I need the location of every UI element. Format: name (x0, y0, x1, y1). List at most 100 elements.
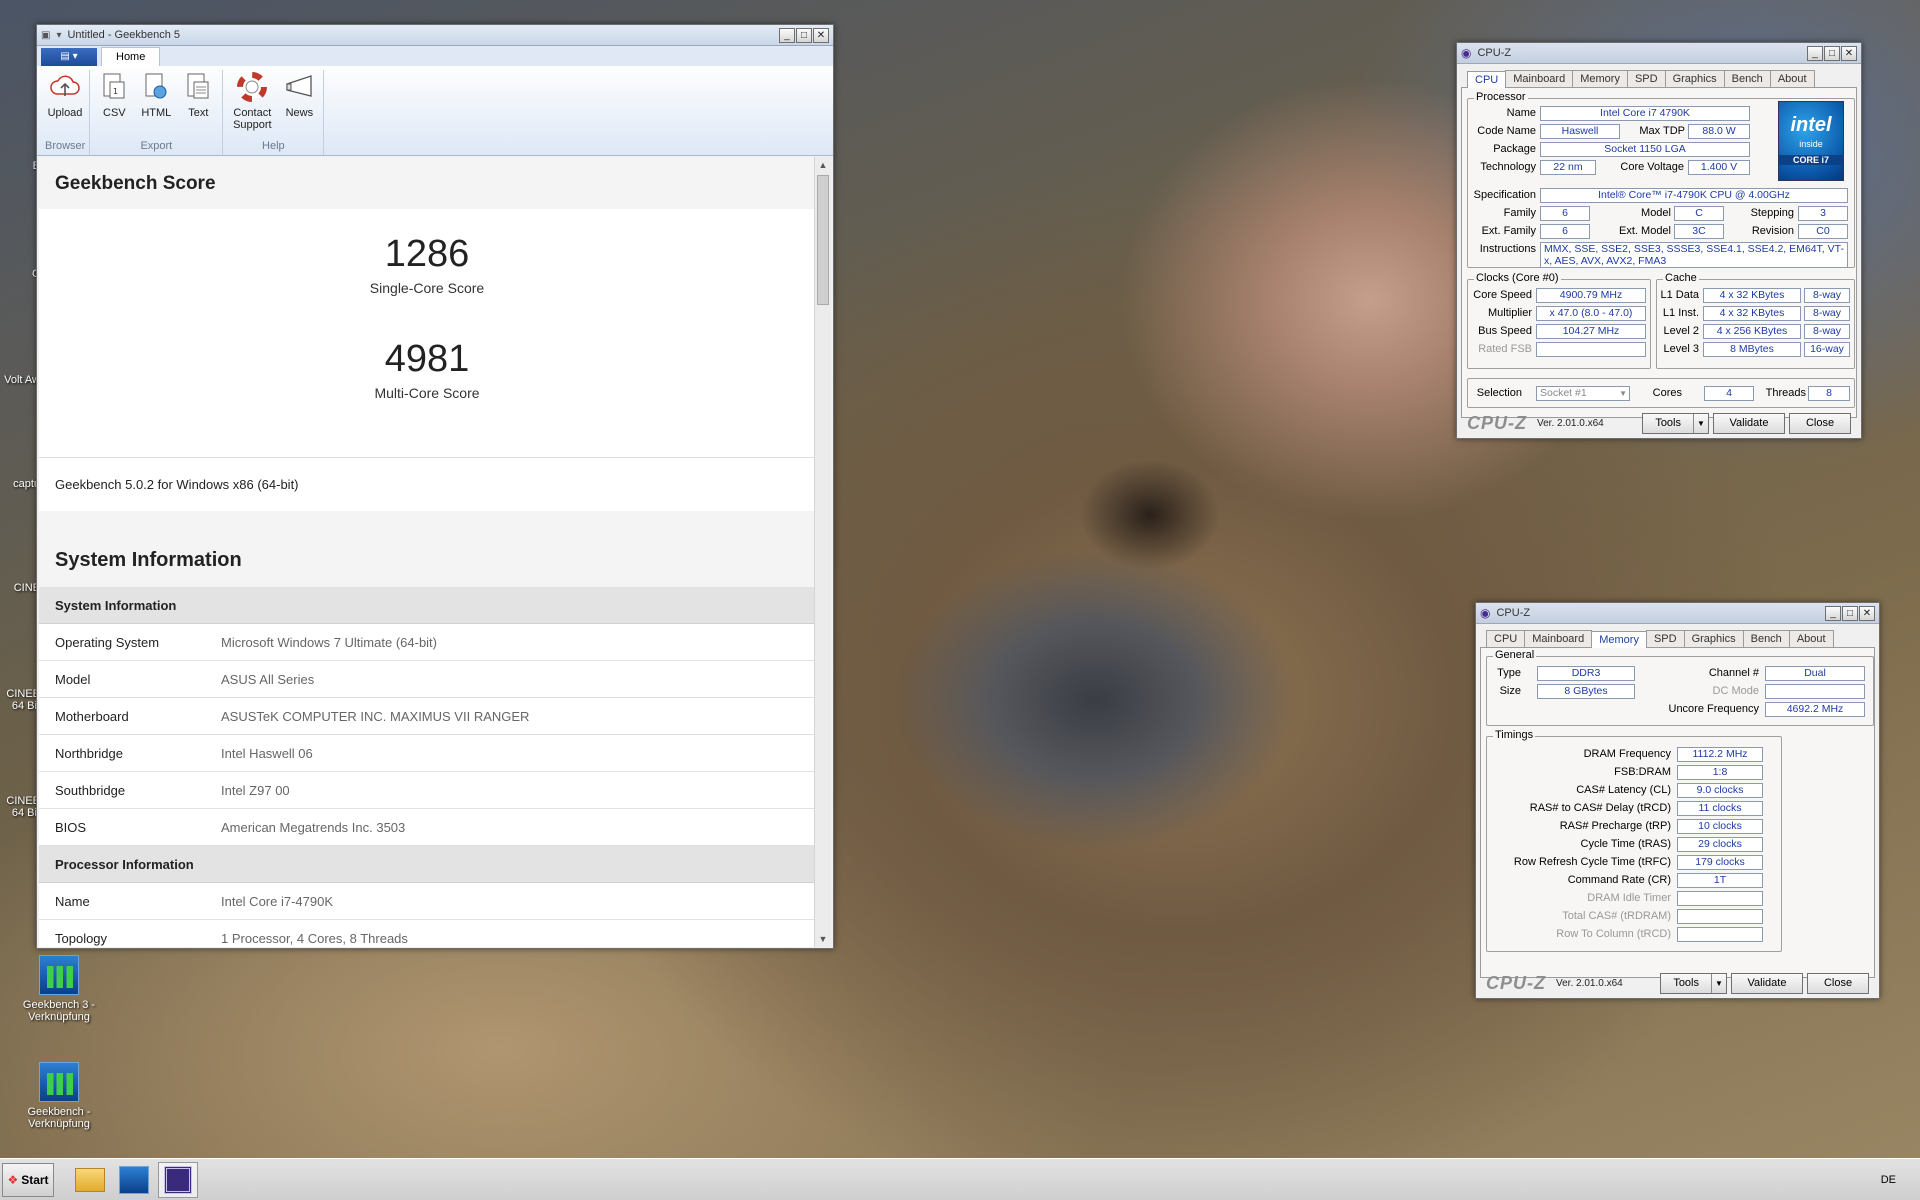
start-button[interactable]: ❖ Start (2, 1162, 54, 1197)
app-icon[interactable]: ▣ (41, 30, 50, 41)
cpuz-titlebar[interactable]: ◉ CPU-Z _ □ ✕ (1476, 603, 1879, 624)
tab-bench[interactable]: Bench (1723, 70, 1771, 87)
max-tdp-field: 88.0 W (1688, 124, 1750, 139)
lifebuoy-icon (235, 70, 269, 104)
maximize-button[interactable]: □ (796, 27, 812, 43)
chevron-down-icon[interactable]: ▼ (1711, 973, 1726, 993)
scroll-down-icon[interactable]: ▼ (815, 931, 831, 947)
cpuz-version: Ver. 2.01.0.x64 (1556, 977, 1623, 989)
tab-spd[interactable]: SPD (1645, 630, 1685, 647)
system-info-subheader: System Information (39, 587, 815, 624)
label: Size (1499, 685, 1521, 697)
start-label: Start (21, 1172, 49, 1187)
revision-field: C0 (1798, 224, 1848, 239)
minimize-button[interactable]: _ (779, 27, 795, 43)
label: Specification (1473, 189, 1536, 201)
chevron-down-icon[interactable]: ▼ (1693, 413, 1708, 433)
cpuz-version: Ver. 2.01.0.x64 (1537, 417, 1604, 429)
label: Name (1506, 107, 1536, 119)
contact-support-button[interactable]: Contact Support (227, 70, 277, 138)
tab-about[interactable]: About (1769, 70, 1815, 87)
multi-core-score: 4981 (384, 338, 470, 380)
ribbon-group-export: 1 CSV HTML Text Export (90, 70, 224, 155)
model-field: C (1674, 206, 1724, 221)
system-info-title: System Information (39, 537, 815, 587)
timing-label: CAS# Latency (CL) (1576, 784, 1671, 796)
tab-graphics[interactable]: Graphics (1664, 70, 1725, 87)
info-value: Intel Core i7-4790K (221, 893, 334, 909)
timing-label: RAS# Precharge (tRP) (1559, 820, 1671, 832)
html-label: HTML (141, 107, 172, 119)
info-row: Topology 1 Processor, 4 Cores, 8 Threads (39, 920, 815, 947)
tools-label: Tools (1655, 416, 1681, 429)
export-text-button[interactable]: Text (178, 70, 218, 138)
level2-field: 4 x 256 KBytes (1703, 324, 1801, 339)
validate-button[interactable]: Validate (1713, 412, 1785, 434)
scroll-up-icon[interactable]: ▲ (815, 157, 831, 173)
taskbar-cpuz[interactable] (158, 1161, 198, 1198)
uncore-frequency-field: 4692.2 MHz (1765, 702, 1865, 717)
tools-label: Tools (1673, 976, 1699, 989)
application-menu-button[interactable]: ▤ ▾ (41, 48, 97, 66)
export-csv-button[interactable]: 1 CSV (94, 70, 134, 138)
clocks-group: Clocks (Core #0) Core Speed 4900.79 MHz … (1467, 272, 1651, 369)
validate-button[interactable]: Validate (1731, 972, 1803, 994)
socket-select[interactable]: Socket #1 ▼ (1536, 386, 1630, 401)
single-core-label: Single-Core Score (369, 280, 485, 296)
label: Code Name (1477, 125, 1536, 137)
close-button[interactable]: ✕ (1859, 605, 1875, 621)
news-button[interactable]: News (279, 70, 319, 138)
memory-type-field: DDR3 (1537, 666, 1635, 681)
upload-button[interactable]: Upload (45, 70, 85, 138)
geekbench-titlebar[interactable]: ▣ ▾ Untitled - Geekbench 5 _ □ ✕ (37, 25, 833, 46)
tab-mainboard[interactable]: Mainboard (1505, 70, 1574, 87)
tab-cpu[interactable]: CPU (1467, 71, 1507, 88)
close-button[interactable]: ✕ (813, 27, 829, 43)
tab-bench[interactable]: Bench (1742, 630, 1790, 647)
export-html-button[interactable]: HTML (136, 70, 176, 138)
taskbar-geekbench[interactable] (114, 1162, 154, 1198)
intel-logo-text: inside (1799, 139, 1823, 149)
label: Cores (1652, 387, 1682, 399)
cpu-tab-panel: Processor Name Intel Core i7 4790K Code … (1461, 88, 1857, 418)
cpuz-titlebar[interactable]: ◉ CPU-Z _ □ ✕ (1457, 43, 1861, 64)
input-language-indicator[interactable]: DE (1881, 1174, 1896, 1186)
label: Multiplier (1487, 307, 1532, 319)
taskbar: ❖ Start DE (0, 1158, 1920, 1200)
tab-about[interactable]: About (1788, 630, 1834, 647)
vertical-scrollbar[interactable]: ▲ ▼ (814, 157, 831, 947)
tab-mainboard[interactable]: Mainboard (1524, 630, 1593, 647)
close-app-button[interactable]: Close (1807, 972, 1869, 994)
tools-button[interactable]: Tools ▼ (1660, 972, 1727, 994)
memory-size-field: 8 GBytes (1537, 684, 1635, 699)
label: Type (1497, 667, 1521, 679)
tab-memory[interactable]: Memory (1572, 70, 1628, 87)
tools-button[interactable]: Tools ▼ (1642, 412, 1709, 434)
tab-graphics[interactable]: Graphics (1683, 630, 1744, 647)
close-button[interactable]: ✕ (1841, 45, 1857, 61)
desktop-edge-label: C (0, 268, 40, 280)
label: Uncore Frequency (1668, 703, 1760, 715)
info-value: ASUS All Series (221, 671, 315, 687)
tab-spd[interactable]: SPD (1626, 70, 1666, 87)
ribbon-group-label: Help (262, 140, 285, 152)
maximize-button[interactable]: □ (1824, 45, 1840, 61)
window-title: Untitled - Geekbench 5 (67, 29, 180, 41)
tab-memory[interactable]: Memory (1591, 631, 1647, 648)
minimize-button[interactable]: _ (1825, 605, 1841, 621)
ribbon-group-browser: Upload Browser (41, 70, 91, 155)
maximize-button[interactable]: □ (1842, 605, 1858, 621)
tab-cpu[interactable]: CPU (1486, 630, 1526, 647)
minimize-button[interactable]: _ (1807, 45, 1823, 61)
timing-value: 11 clocks (1677, 801, 1763, 816)
tab-home[interactable]: Home (101, 47, 161, 66)
ribbon: Upload Browser 1 CSV HTML Text Export Co… (37, 66, 833, 156)
info-value: 1 Processor, 4 Cores, 8 Threads (221, 930, 408, 946)
taskbar-explorer[interactable] (70, 1162, 110, 1198)
close-app-button[interactable]: Close (1789, 412, 1851, 434)
scroll-thumb[interactable] (817, 175, 829, 305)
desktop-icon-geekbench[interactable]: Geekbench - Verknüpfung (16, 1062, 102, 1130)
timing-label: Total CAS# (tRDRAM) (1562, 910, 1671, 922)
cpuz-cpu-window: ◉ CPU-Z _ □ ✕ CPU Mainboard Memory SPD Graph… (1456, 42, 1862, 439)
desktop-icon-geekbench3[interactable]: Geekbench 3 - Verknüpfung (16, 955, 102, 1023)
